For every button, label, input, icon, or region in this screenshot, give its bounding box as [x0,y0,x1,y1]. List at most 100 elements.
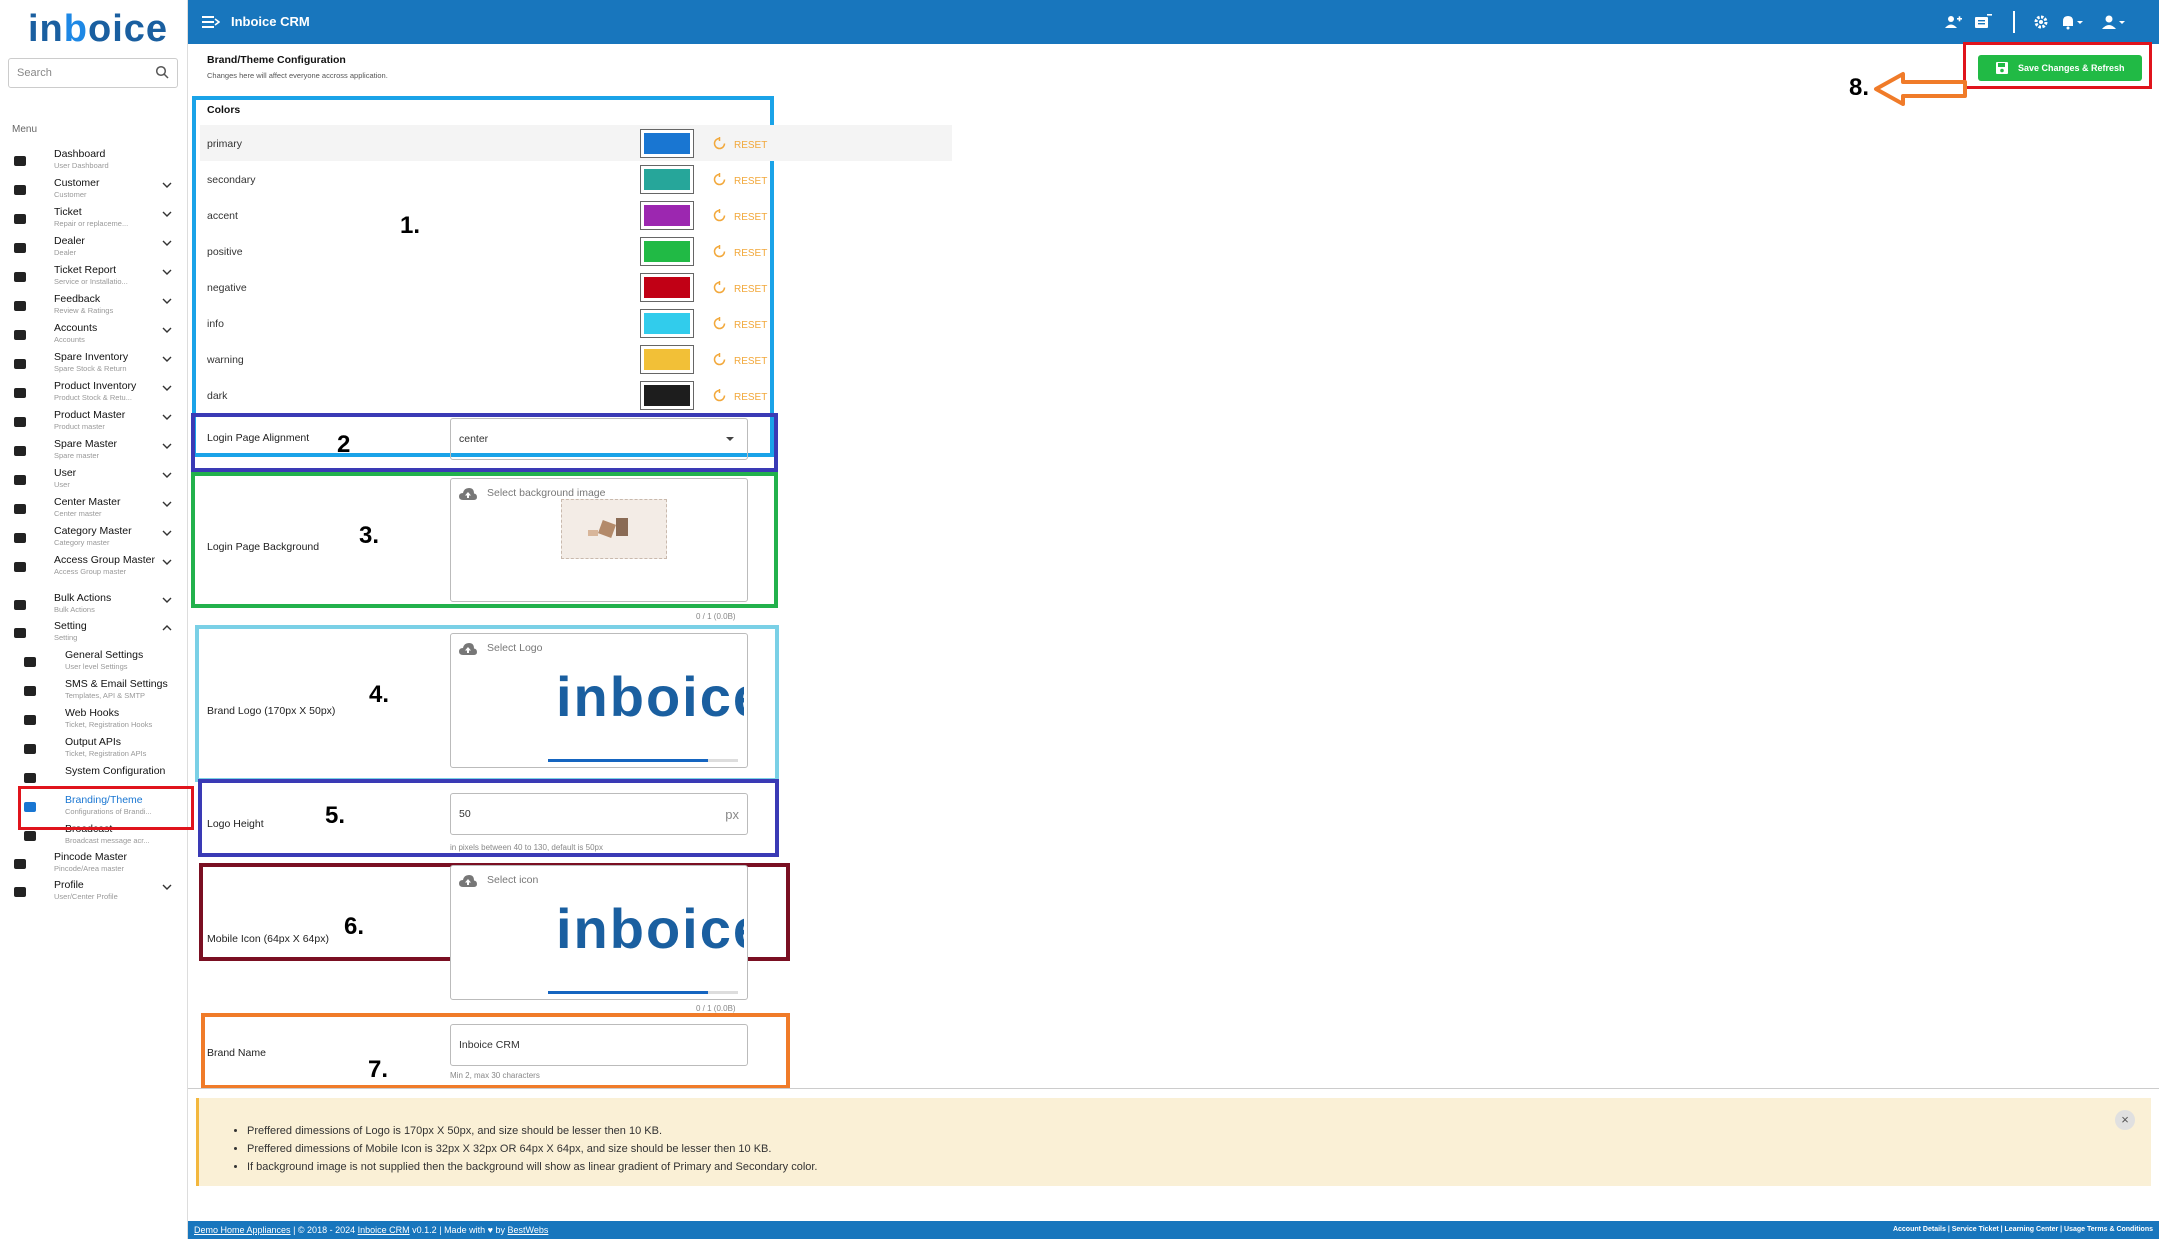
reset-button[interactable]: RESET [713,209,767,223]
color-swatch-secondary[interactable] [640,165,694,194]
chevron-down-icon[interactable] [162,528,172,538]
notification-bell-icon[interactable] [2060,14,2084,30]
color-swatch-negative[interactable] [640,273,694,302]
color-swatch-positive[interactable] [640,237,694,266]
notice-item: Preffered dimessions of Logo is 170px X … [247,1122,818,1140]
chevron-down-icon[interactable] [162,238,172,248]
chevron-down-icon[interactable] [162,209,172,219]
sidebar-item[interactable]: Bulk Actions Bulk Actions [0,592,188,621]
mobile-icon-uploader[interactable]: Select icon inboice [450,865,748,1000]
sidebar-item[interactable]: User User [0,467,188,496]
footer-links[interactable]: Account Details | Service Ticket | Learn… [1893,1226,2153,1233]
reset-button[interactable]: RESET [713,245,767,259]
menu-toggle-icon[interactable] [202,14,220,30]
color-swatch-info[interactable] [640,309,694,338]
user-menu-icon[interactable] [2102,14,2126,30]
background-image-thumbnail[interactable] [561,499,667,559]
reset-button[interactable]: RESET [713,317,767,331]
sidebar-item[interactable]: General Settings User level Settings [0,649,188,678]
chevron-down-icon[interactable] [162,441,172,451]
chevron-down-icon[interactable] [162,557,172,567]
sidebar-item-sublabel: Setting [54,633,78,642]
sidebar-item[interactable]: Customer Customer [0,177,188,206]
reset-button[interactable]: RESET [713,173,767,187]
sidebar-item[interactable]: Dashboard User Dashboard [0,148,188,177]
chevron-up-icon[interactable] [162,623,172,633]
sidebar-item-sublabel: Product master [54,422,105,431]
reset-button[interactable]: RESET [713,389,767,403]
sidebar-item[interactable]: Category Master Category master [0,525,188,554]
annotation-number-5: 5. [325,802,346,829]
sidebar-item-label: Bulk Actions [54,592,112,604]
brand-logo-preview[interactable]: inboice [556,664,744,729]
chevron-down-icon[interactable] [162,325,172,335]
color-swatch-accent[interactable] [640,201,694,230]
brand-name-input[interactable]: Inboice CRM [450,1024,748,1066]
brand-logo[interactable]: inboice [28,8,168,51]
reset-button[interactable]: RESET [713,281,767,295]
sidebar-item[interactable]: Web Hooks Ticket, Registration Hooks [0,707,188,736]
add-ticket-icon[interactable] [1974,14,1992,30]
chevron-down-icon[interactable] [162,180,172,190]
cloud-upload-icon[interactable] [459,642,477,656]
broadcast-icon [24,831,36,841]
chevron-down-icon[interactable] [162,470,172,480]
sidebar-item[interactable]: Accounts Accounts [0,322,188,351]
login-background-uploader[interactable]: Select background image [450,478,748,602]
login-alignment-select[interactable]: center [450,418,748,460]
reset-icon [713,389,726,402]
logo-height-input[interactable]: 50 px [450,793,748,835]
sidebar-item-sublabel: User/Center Profile [54,892,118,901]
sidebar-item[interactable]: Profile User/Center Profile [0,879,188,908]
cloud-upload-icon[interactable] [459,487,477,501]
brand-logo-label: Brand Logo (170px X 50px) [207,705,336,717]
sidebar-item-label: Center Master [54,496,121,508]
color-swatch-primary[interactable] [640,129,694,158]
sidebar-item-sublabel: Repair or replaceme... [54,219,129,228]
save-button[interactable]: Save Changes & Refresh [1978,55,2142,81]
sidebar-item[interactable]: Spare Master Spare master [0,438,188,467]
sidebar-item[interactable]: Product Inventory Product Stock & Retu... [0,380,188,409]
chevron-down-icon[interactable] [162,296,172,306]
search-icon[interactable] [155,65,169,79]
sidebar-item[interactable]: SMS & Email Settings Templates, API & SMT… [0,678,188,707]
save-icon [1996,62,2008,74]
gear-icon[interactable] [2032,14,2050,30]
chevron-down-icon[interactable] [162,383,172,393]
close-icon[interactable]: × [2115,1110,2135,1130]
footer-company-link[interactable]: Demo Home Appliances [194,1225,291,1235]
add-user-icon[interactable] [1944,14,1962,30]
footer-product-link[interactable]: Inboice CRM [358,1225,410,1235]
sidebar-item-sublabel: Dealer [54,248,77,257]
mobile-icon-preview[interactable]: inboice [556,896,744,961]
chevron-down-icon[interactable] [162,354,172,364]
sidebar-item[interactable]: Access Group Master Access Group master [0,554,188,583]
sidebar-item[interactable]: Pincode Master Pincode/Area master [0,851,188,880]
search-input[interactable]: Search [8,58,178,88]
sidebar-item[interactable]: Spare Inventory Spare Stock & Return [0,351,188,380]
color-name: dark [207,390,228,402]
sidebar-item-label: Product Inventory [54,380,137,392]
chevron-down-icon[interactable] [162,499,172,509]
spare-master-icon [14,446,26,456]
sidebar-item[interactable]: Output APIs Ticket, Registration APIs [0,736,188,765]
reset-button[interactable]: RESET [713,137,767,151]
sidebar-item[interactable]: Setting Setting [0,620,188,649]
color-swatch-dark[interactable] [640,381,694,410]
chevron-down-icon[interactable] [162,267,172,277]
sidebar-item[interactable]: Feedback Review & Ratings [0,293,188,322]
footer-author-link[interactable]: BestWebs [508,1225,549,1235]
sidebar-item-label: Ticket Report [54,264,117,276]
sidebar-item[interactable]: Center Master Center master [0,496,188,525]
color-swatch-warning[interactable] [640,345,694,374]
chevron-down-icon[interactable] [162,595,172,605]
reset-button[interactable]: RESET [713,353,767,367]
sidebar-item[interactable]: Ticket Report Service or Installatio... [0,264,188,293]
chevron-down-icon[interactable] [162,882,172,892]
cloud-upload-icon[interactable] [459,874,477,888]
sidebar-item[interactable]: Dealer Dealer [0,235,188,264]
chevron-down-icon[interactable] [162,412,172,422]
sidebar-item[interactable]: Ticket Repair or replaceme... [0,206,188,235]
brand-logo-uploader[interactable]: Select Logo inboice [450,633,748,768]
sidebar-item[interactable]: Product Master Product master [0,409,188,438]
